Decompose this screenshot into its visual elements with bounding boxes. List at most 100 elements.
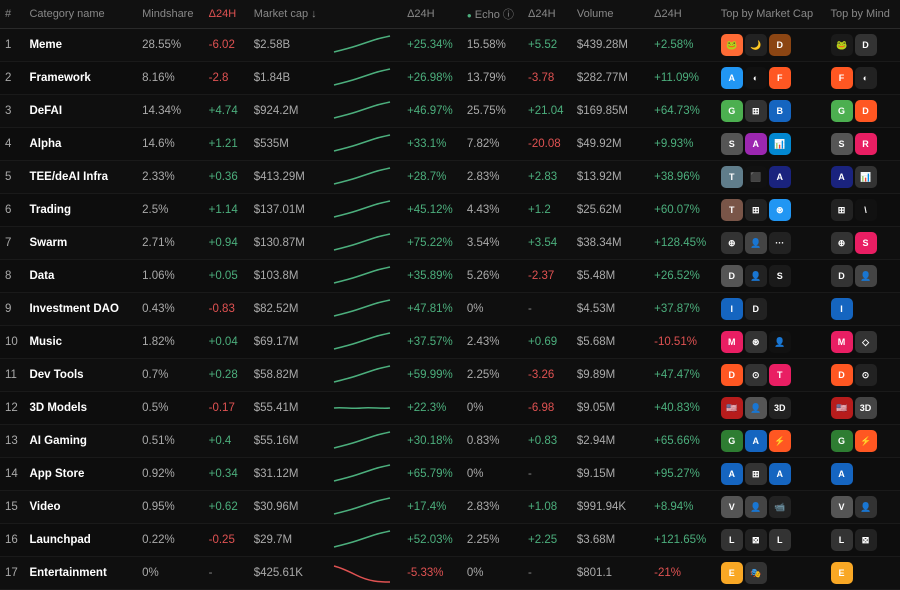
cell-top-marketcap-icons: D👤S — [716, 260, 826, 293]
cell-sparkline — [327, 326, 402, 359]
cell-marketcap: $58.82M — [249, 359, 327, 392]
table-row[interactable]: 13AI Gaming0.51%+0.4$55.16M+30.18%0.83%+… — [0, 425, 900, 458]
cell-mindshare: 1.82% — [137, 326, 204, 359]
cell-mindshare-delta: +0.04 — [204, 326, 249, 359]
cell-category-name: TEE/deAI Infra — [24, 161, 137, 194]
cell-category-name: Music — [24, 326, 137, 359]
cell-echo: 13.79% — [462, 62, 523, 95]
table-row[interactable]: 9Investment DAO0.43%-0.83$82.52M+47.81%0… — [0, 293, 900, 326]
col-spark1 — [327, 0, 402, 29]
cell-marketcap: $2.58B — [249, 29, 327, 62]
table-row[interactable]: 14App Store0.92%+0.34$31.12M+65.79%0%-$9… — [0, 458, 900, 491]
table-row[interactable]: 17Entertainment0%-$425.61K-5.33%0%-$801.… — [0, 557, 900, 590]
table-row[interactable]: 15Video0.95%+0.62$30.96M+17.4%2.83%+1.08… — [0, 491, 900, 524]
table-row[interactable]: 1Meme28.55%-6.02$2.58B+25.34%15.58%+5.52… — [0, 29, 900, 62]
cell-mindshare: 0.43% — [137, 293, 204, 326]
cell-mindshare: 0.7% — [137, 359, 204, 392]
cell-echo-delta: +1.2 — [523, 194, 572, 227]
cell-top-mind-icons: I — [826, 293, 900, 326]
cell-marketcap: $425.61K — [249, 557, 327, 590]
cell-sparkline — [327, 227, 402, 260]
cell-rank: 2 — [0, 62, 24, 95]
col-marketcap: Market cap ↓ — [249, 0, 327, 29]
cell-volume: $3.68M — [572, 524, 649, 557]
col-volume-delta: Δ24H — [649, 0, 716, 29]
cell-top-mind-icons: A — [826, 458, 900, 491]
cell-echo-delta: -3.78 — [523, 62, 572, 95]
cell-echo: 7.82% — [462, 128, 523, 161]
cell-echo-delta: +1.08 — [523, 491, 572, 524]
cell-category-name: 3D Models — [24, 392, 137, 425]
cell-marketcap: $535M — [249, 128, 327, 161]
cell-echo-delta: +0.69 — [523, 326, 572, 359]
cell-volume-delta: +121.65% — [649, 524, 716, 557]
cell-echo-delta: +0.83 — [523, 425, 572, 458]
cell-top-marketcap-icons: E🎭 — [716, 557, 826, 590]
cell-marketcap: $924.2M — [249, 95, 327, 128]
cell-rank: 5 — [0, 161, 24, 194]
cell-marketcap-delta: +65.79% — [402, 458, 462, 491]
cell-echo: 2.25% — [462, 359, 523, 392]
cell-sparkline — [327, 524, 402, 557]
cell-volume: $9.89M — [572, 359, 649, 392]
table-row[interactable]: 5TEE/deAI Infra2.33%+0.36$413.29M+28.7%2… — [0, 161, 900, 194]
cell-top-mind-icons: D⊙ — [826, 359, 900, 392]
cell-marketcap: $103.8M — [249, 260, 327, 293]
cell-top-marketcap-icons: 🐸🌙D — [716, 29, 826, 62]
cell-marketcap-delta: +28.7% — [402, 161, 462, 194]
cell-sparkline — [327, 62, 402, 95]
col-top-marketcap: Top by Market Cap — [716, 0, 826, 29]
cell-volume: $49.92M — [572, 128, 649, 161]
cell-volume-delta: +26.52% — [649, 260, 716, 293]
table-row[interactable]: 3DeFAI14.34%+4.74$924.2M+46.97%25.75%+21… — [0, 95, 900, 128]
cell-echo: 2.83% — [462, 161, 523, 194]
table-row[interactable]: 8Data1.06%+0.05$103.8M+35.89%5.26%-2.37$… — [0, 260, 900, 293]
cell-mindshare-delta: +0.36 — [204, 161, 249, 194]
table-row[interactable]: 4Alpha14.6%+1.21$535M+33.1%7.82%-20.08$4… — [0, 128, 900, 161]
cell-echo: 5.26% — [462, 260, 523, 293]
cell-marketcap: $137.01M — [249, 194, 327, 227]
cell-echo: 0% — [462, 392, 523, 425]
table-row[interactable]: 16Launchpad0.22%-0.25$29.7M+52.03%2.25%+… — [0, 524, 900, 557]
cell-echo: 0.83% — [462, 425, 523, 458]
table-row[interactable]: 6Trading2.5%+1.14$137.01M+45.12%4.43%+1.… — [0, 194, 900, 227]
cell-mindshare-delta: +0.05 — [204, 260, 249, 293]
col-top-mind: Top by Mind — [826, 0, 900, 29]
cell-mindshare: 2.33% — [137, 161, 204, 194]
cell-rank: 15 — [0, 491, 24, 524]
cell-sparkline — [327, 161, 402, 194]
cell-top-mind-icons: G⚡ — [826, 425, 900, 458]
cell-echo: 3.54% — [462, 227, 523, 260]
table-row[interactable]: 11Dev Tools0.7%+0.28$58.82M+59.99%2.25%-… — [0, 359, 900, 392]
table-row[interactable]: 10Music1.82%+0.04$69.17M+37.57%2.43%+0.6… — [0, 326, 900, 359]
cell-sparkline — [327, 260, 402, 293]
cell-volume: $801.1 — [572, 557, 649, 590]
cell-category-name: Entertainment — [24, 557, 137, 590]
cell-mindshare-delta: +0.62 — [204, 491, 249, 524]
cell-volume-delta: +38.96% — [649, 161, 716, 194]
cell-echo-delta: +5.52 — [523, 29, 572, 62]
cell-marketcap-delta: +35.89% — [402, 260, 462, 293]
table-row[interactable]: 2Framework8.16%-2.8$1.84B+26.98%13.79%-3… — [0, 62, 900, 95]
cell-volume-delta: +65.66% — [649, 425, 716, 458]
cell-category-name: Meme — [24, 29, 137, 62]
cell-volume-delta: +8.94% — [649, 491, 716, 524]
cell-rank: 11 — [0, 359, 24, 392]
cell-rank: 3 — [0, 95, 24, 128]
cell-top-marketcap-icons: ID — [716, 293, 826, 326]
cell-marketcap-delta: +17.4% — [402, 491, 462, 524]
cell-category-name: Investment DAO — [24, 293, 137, 326]
cell-top-mind-icons: 🇺🇸3D — [826, 392, 900, 425]
cell-echo: 2.25% — [462, 524, 523, 557]
cell-volume-delta: -10.51% — [649, 326, 716, 359]
cell-top-mind-icons: GD — [826, 95, 900, 128]
cell-top-marketcap-icons: T⊞⊛ — [716, 194, 826, 227]
col-mindshare: Mindshare — [137, 0, 204, 29]
cell-volume: $13.92M — [572, 161, 649, 194]
cell-echo-delta: +2.83 — [523, 161, 572, 194]
table-row[interactable]: 123D Models0.5%-0.17$55.41M+22.3%0%-6.98… — [0, 392, 900, 425]
cell-mindshare: 2.71% — [137, 227, 204, 260]
cell-mindshare-delta: +0.34 — [204, 458, 249, 491]
col-echo: ● Echo ⓘ — [462, 0, 523, 29]
table-row[interactable]: 7Swarm2.71%+0.94$130.87M+75.22%3.54%+3.5… — [0, 227, 900, 260]
